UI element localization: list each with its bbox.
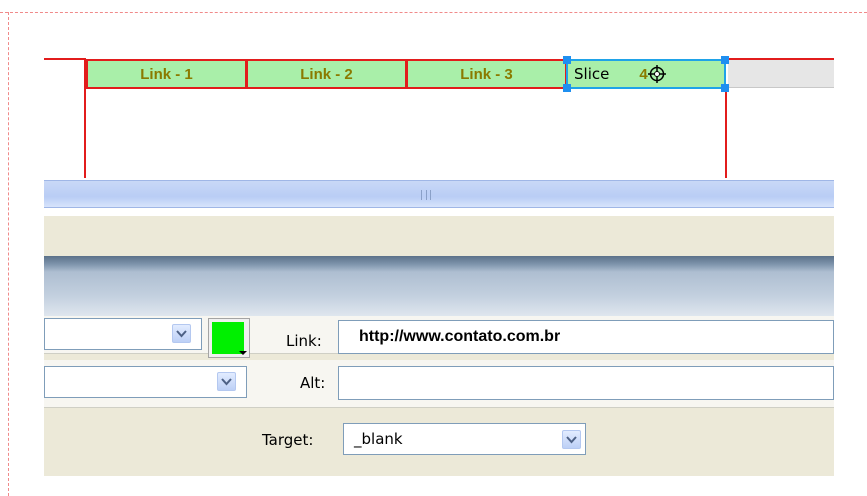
target-label: Target:	[262, 431, 314, 449]
slice-label: 4	[639, 65, 648, 83]
swatch-arrow-icon	[239, 351, 247, 355]
resize-handle[interactable]	[563, 56, 571, 64]
slice-guide	[725, 88, 727, 178]
dropdown-button[interactable]	[172, 324, 191, 343]
slice-label: Link - 3	[460, 65, 513, 83]
chevron-down-icon	[221, 377, 232, 385]
slice-label: Link - 2	[300, 65, 353, 83]
link-label: Link:	[286, 332, 322, 350]
slice-link-3[interactable]: Link - 3	[406, 59, 566, 89]
slice-label: Link - 1	[140, 65, 193, 83]
scroll-grip-icon[interactable]	[421, 190, 431, 200]
format-select[interactable]	[44, 366, 247, 398]
alt-label: Alt:	[300, 374, 326, 392]
chevron-down-icon	[176, 329, 187, 337]
empty-slice	[728, 60, 834, 88]
slice-link-2[interactable]: Link - 2	[246, 59, 406, 89]
slice-type-select[interactable]	[44, 318, 202, 350]
crosshair-icon	[648, 65, 666, 83]
resize-handle[interactable]	[563, 84, 571, 92]
target-select[interactable]: _blank	[343, 423, 586, 455]
alt-field[interactable]	[338, 366, 834, 400]
chevron-down-icon	[566, 435, 577, 443]
slice-tooltip-label: Slice	[574, 65, 610, 83]
page-guide-left	[8, 12, 9, 496]
horizontal-scrollbar[interactable]	[44, 180, 834, 208]
panel-strip	[44, 216, 834, 256]
panel-header-bar	[44, 256, 834, 316]
design-canvas: Link - 1 Link - 2 Link - 3 Slice 4 Link:…	[44, 0, 834, 496]
properties-row-alt: Alt:	[44, 360, 834, 408]
color-swatch-button[interactable]	[208, 318, 250, 358]
slice-link-1[interactable]: Link - 1	[86, 59, 246, 89]
slice-guide	[44, 58, 86, 60]
dropdown-button[interactable]	[217, 372, 236, 391]
properties-row-link: Link: http://www.contato.com.br	[44, 316, 834, 358]
resize-handle[interactable]	[721, 56, 729, 64]
color-swatch	[212, 322, 244, 354]
resize-handle[interactable]	[721, 84, 729, 92]
target-value: _blank	[354, 430, 403, 448]
dropdown-button[interactable]	[562, 430, 581, 449]
slice-nav: Link - 1 Link - 2 Link - 3 Slice 4	[86, 56, 729, 92]
slice-link-4-selected[interactable]: Slice 4	[563, 56, 729, 92]
properties-panel: Link: http://www.contato.com.br Alt: Tar…	[44, 316, 834, 476]
link-field[interactable]: http://www.contato.com.br	[338, 320, 834, 354]
